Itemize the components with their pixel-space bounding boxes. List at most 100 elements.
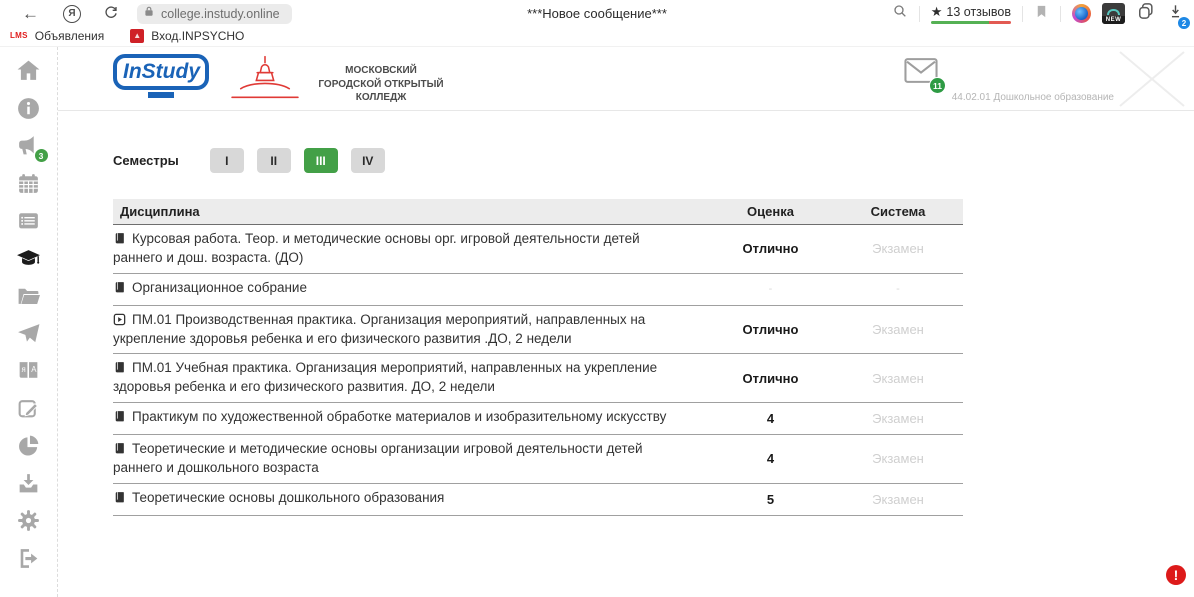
- play-icon: [113, 313, 126, 331]
- address-bar[interactable]: college.instudy.online: [137, 4, 292, 24]
- sidebar-item-downloads[interactable]: [15, 473, 43, 499]
- book-icon: [113, 232, 126, 250]
- downloads-icon[interactable]: 2: [1167, 2, 1184, 25]
- svg-text:я: я: [22, 365, 26, 374]
- discipline-name: Организационное собрание: [132, 280, 307, 295]
- sidebar-item-messages[interactable]: [15, 323, 43, 349]
- sidebar-item-announcements[interactable]: 3: [15, 135, 43, 161]
- semester-switcher: Семестры IIIIIIIV: [113, 148, 385, 173]
- table-row[interactable]: ПМ.01 Учебная практика. Организация меро…: [113, 354, 963, 403]
- logo-stand: [148, 92, 174, 98]
- browser-home-icon[interactable]: Я: [63, 5, 81, 23]
- lms-favicon: LMS: [10, 31, 28, 40]
- bookmark-label: Объявления: [35, 29, 104, 43]
- alert-icon[interactable]: !: [1166, 565, 1186, 585]
- edit-icon: [16, 396, 41, 426]
- svg-text:A: A: [31, 365, 37, 374]
- send-icon: [16, 321, 41, 351]
- sidebar: 3 яA: [0, 47, 58, 597]
- mail-button[interactable]: 11: [903, 56, 939, 90]
- bookmarks-bar: LMS Объявления ▲Вход.INPSYCHO: [0, 27, 1194, 47]
- mail-badge: 11: [929, 77, 946, 94]
- refresh-icon[interactable]: [103, 4, 119, 23]
- grade-cell: 4: [708, 451, 833, 466]
- sidebar-item-statistics[interactable]: [15, 435, 43, 461]
- table-row[interactable]: Организационное собрание--: [113, 274, 963, 306]
- sidebar-item-notes[interactable]: [15, 398, 43, 424]
- download-tray-icon: [16, 471, 41, 501]
- rating-bar: [931, 21, 1011, 24]
- translate-icon: яA: [16, 358, 41, 388]
- table-row[interactable]: Практикум по художественной обработке ма…: [113, 403, 963, 435]
- lock-icon: [143, 5, 155, 23]
- discipline-cell: Теоретические основы дошкольного образов…: [113, 490, 708, 509]
- sidebar-item-info[interactable]: [15, 98, 43, 124]
- sidebar-item-grades[interactable]: [15, 248, 43, 274]
- college-name-line1: МОСКОВСКИЙ: [306, 64, 456, 78]
- semester-button-II[interactable]: II: [257, 148, 291, 173]
- table-row[interactable]: Теоретические основы дошкольного образов…: [113, 484, 963, 516]
- grade-cell: 5: [708, 492, 833, 507]
- system-cell: Экзамен: [833, 241, 963, 256]
- column-header: Дисциплина: [113, 204, 708, 219]
- discipline-name: Теоретические основы дошкольного образов…: [132, 490, 444, 505]
- discipline-cell: Практикум по художественной обработке ма…: [113, 409, 708, 428]
- instudy-logo[interactable]: InStudy: [113, 54, 209, 98]
- reviews-rating[interactable]: ★ 13 отзывов: [931, 4, 1011, 24]
- semester-button-I[interactable]: I: [210, 148, 244, 173]
- semesters-label: Семестры: [113, 153, 179, 168]
- table-row[interactable]: Теоретические и методические основы орга…: [113, 435, 963, 484]
- college-tower-logo: [226, 53, 304, 107]
- discipline-cell: ПМ.01 Производственная практика. Организ…: [113, 312, 708, 348]
- column-header: Оценка: [708, 204, 833, 219]
- semester-button-IV[interactable]: IV: [351, 148, 385, 173]
- table-header: ДисциплинаОценкаСистема: [113, 199, 963, 225]
- extension-globe-icon[interactable]: [1072, 4, 1091, 23]
- folder-icon: [16, 283, 41, 313]
- discipline-cell: Курсовая работа. Теор. и методические ос…: [113, 231, 708, 267]
- grade-cell: Отлично: [708, 371, 833, 386]
- sidebar-item-home[interactable]: [15, 60, 43, 86]
- bookmark-announcements[interactable]: LMS Объявления: [10, 29, 104, 43]
- system-cell: Экзамен: [833, 322, 963, 337]
- grade-cell: Отлично: [708, 322, 833, 337]
- back-icon[interactable]: ←: [22, 5, 39, 22]
- instudy-logo-text: InStudy: [113, 54, 209, 90]
- system-cell: Экзамен: [833, 451, 963, 466]
- sidebar-item-dictionary[interactable]: яA: [15, 360, 43, 386]
- system-cell: -: [833, 283, 963, 295]
- extension-pages-icon[interactable]: [1136, 1, 1156, 26]
- sidebar-item-journal[interactable]: [15, 210, 43, 236]
- grades-table: ДисциплинаОценкаСистема Курсовая работа.…: [113, 199, 963, 516]
- notification-badge: 3: [34, 148, 49, 163]
- system-cell: Экзамен: [833, 411, 963, 426]
- grades-table-body: Курсовая работа. Теор. и методические ос…: [113, 225, 963, 516]
- divider: [1022, 6, 1023, 22]
- extension-new-icon[interactable]: NEW: [1102, 3, 1125, 24]
- sidebar-item-calendar[interactable]: [15, 173, 43, 199]
- sidebar-item-settings[interactable]: [15, 510, 43, 536]
- semester-button-III[interactable]: III: [304, 148, 338, 173]
- discipline-name: Теоретические и методические основы орга…: [113, 441, 643, 475]
- book-icon: [113, 361, 126, 379]
- info-icon: [16, 96, 41, 126]
- discipline-cell: Теоретические и методические основы орга…: [113, 441, 708, 477]
- sidebar-item-materials[interactable]: [15, 285, 43, 311]
- sidebar-item-logout[interactable]: [15, 548, 43, 574]
- discipline-cell: Организационное собрание: [113, 280, 708, 299]
- app-header: InStudy МОСКОВСКИЙ ГОРОДСКОЙ ОТКРЫТЫЙ КО…: [58, 47, 1194, 111]
- discipline-cell: ПМ.01 Учебная практика. Организация меро…: [113, 360, 708, 396]
- bookmark-inpsycho-login[interactable]: ▲Вход.INPSYCHO: [130, 29, 244, 43]
- divider: [1060, 6, 1061, 22]
- browser-toolbar: ← Я college.instudy.online ***Новое сооб…: [0, 0, 1194, 27]
- table-row[interactable]: Курсовая работа. Теор. и методические ос…: [113, 225, 963, 274]
- bookmark-flag-icon[interactable]: [1034, 3, 1049, 25]
- table-row[interactable]: ПМ.01 Производственная практика. Организ…: [113, 306, 963, 355]
- book-icon: [113, 442, 126, 460]
- extension-art: [1107, 9, 1120, 15]
- discipline-name: Курсовая работа. Теор. и методические ос…: [113, 231, 640, 265]
- url-text: college.instudy.online: [161, 7, 280, 21]
- column-header: Система: [833, 204, 963, 219]
- search-icon[interactable]: [892, 3, 908, 24]
- pie-chart-icon: [16, 433, 41, 463]
